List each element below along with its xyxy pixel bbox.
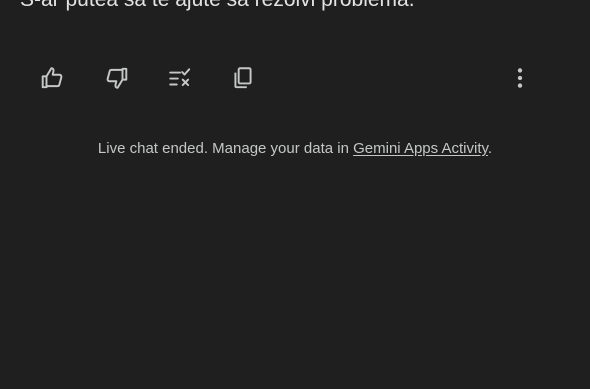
chat-ended-text: Live chat ended. Manage your data in xyxy=(97,140,354,157)
modify-response-button[interactable] xyxy=(158,56,202,100)
response-action-bar xyxy=(0,56,590,100)
bad-response-button[interactable] xyxy=(94,56,138,100)
modify-response-icon xyxy=(169,68,191,87)
gemini-apps-activity-link[interactable]: Gemini Apps Activity xyxy=(353,140,488,157)
good-response-button[interactable] xyxy=(31,56,75,100)
thumb-up-icon xyxy=(41,67,63,89)
more-options-button[interactable] xyxy=(498,56,542,100)
chat-ended-notice: Live chat ended. Manage your data in Gem… xyxy=(0,139,590,159)
copy-icon xyxy=(234,67,252,89)
chat-ended-period: . xyxy=(487,140,493,157)
copy-response-button[interactable] xyxy=(221,56,265,100)
response-text: S-ar putea să te ajute să rezolvi proble… xyxy=(20,0,415,13)
thumb-down-icon xyxy=(106,67,128,89)
more-vert-icon xyxy=(517,68,523,88)
